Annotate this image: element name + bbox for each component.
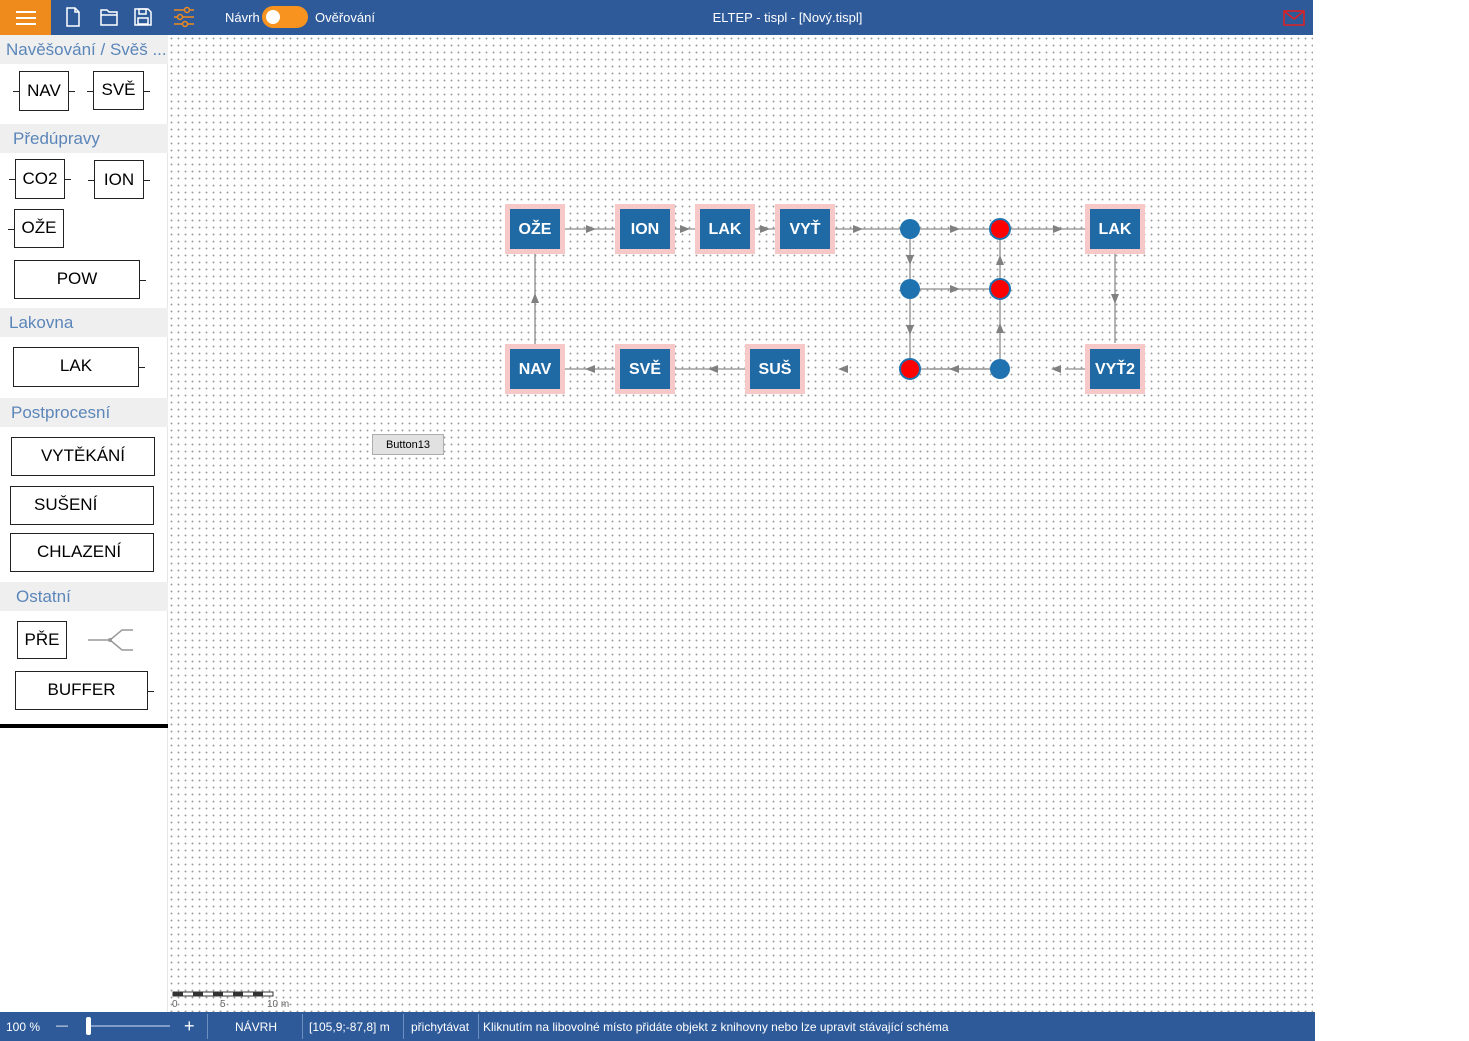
node-blue[interactable] bbox=[990, 359, 1010, 379]
library-item-suseni[interactable]: SUŠENÍ bbox=[10, 486, 154, 525]
block-lak-1[interactable]: LAK bbox=[695, 204, 755, 254]
sidebar-divider bbox=[0, 724, 172, 728]
category-header-pretreatment: Předúpravy bbox=[0, 124, 180, 153]
block-label: VYŤ2 bbox=[1095, 359, 1135, 378]
zoom-in-button[interactable]: + bbox=[184, 1016, 195, 1037]
top-toolbar: Návrh Ověřování ELTEP - tispl - [Nový.ti… bbox=[0, 0, 1313, 35]
menu-button[interactable] bbox=[0, 0, 51, 35]
block-vyt2[interactable]: VYŤ2 bbox=[1085, 344, 1145, 394]
scale-label-5: 5 bbox=[220, 999, 226, 1010]
block-sus[interactable]: SUŠ bbox=[745, 344, 805, 394]
new-file-icon[interactable] bbox=[61, 5, 85, 29]
node-blue[interactable] bbox=[900, 279, 920, 299]
block-label: SUŠ bbox=[759, 359, 792, 378]
block-lak-2[interactable]: LAK bbox=[1085, 204, 1145, 254]
block-label: VYŤ bbox=[789, 219, 820, 238]
zoom-slider-thumb[interactable] bbox=[86, 1017, 91, 1035]
node-red[interactable] bbox=[989, 278, 1011, 300]
button13[interactable]: Button13 bbox=[372, 434, 444, 455]
status-divider bbox=[403, 1014, 404, 1039]
status-hint: Kliknutím na libovolné místo přidáte obj… bbox=[483, 1020, 949, 1034]
window-title: ELTEP - tispl - [Nový.tispl] bbox=[712, 10, 863, 25]
status-divider bbox=[207, 1014, 208, 1039]
library-item-co2[interactable]: CO2 bbox=[9, 159, 71, 199]
toggle-knob bbox=[266, 10, 280, 24]
library-item-oze[interactable]: OŽE bbox=[8, 209, 64, 248]
save-icon[interactable] bbox=[131, 5, 155, 29]
library-item-label: CHLAZENÍ bbox=[37, 542, 122, 561]
node-blue[interactable] bbox=[900, 219, 920, 239]
scale-bar: 0 5 10 m bbox=[172, 991, 289, 1010]
mode-design-label: Návrh bbox=[225, 10, 260, 25]
scale-label-0: 0 bbox=[172, 999, 178, 1010]
block-vyt[interactable]: VYŤ bbox=[775, 204, 835, 254]
cursor-coordinates: [105,9;-87,8] m bbox=[309, 1020, 390, 1034]
status-divider bbox=[478, 1014, 479, 1039]
library-item-label: PŘE bbox=[24, 630, 60, 649]
library-item-pow[interactable]: POW bbox=[14, 260, 146, 299]
block-label: LAK bbox=[709, 221, 742, 238]
snap-toggle[interactable]: přichytávat bbox=[411, 1020, 469, 1034]
library-item-ion[interactable]: ION bbox=[88, 160, 150, 199]
library-item-vytekani[interactable]: VYTĚKÁNÍ bbox=[11, 437, 155, 476]
library-item-sve[interactable]: SVĚ bbox=[87, 71, 150, 110]
schema-diagram: OŽE ION LAK VYŤ LAK NAV SVĚ SUŠ VYŤ2 0 5… bbox=[172, 204, 1145, 1010]
library-item-buffer[interactable]: BUFFER bbox=[15, 671, 154, 710]
category-header-postprocess: Postprocesní bbox=[0, 398, 178, 427]
library-item-label: LAK bbox=[59, 356, 93, 375]
category-header-hanging: Navěšování / Svěš ... bbox=[0, 35, 173, 64]
status-divider bbox=[302, 1014, 303, 1039]
zoom-slider-track[interactable] bbox=[88, 1025, 170, 1027]
library-item-label: OŽE bbox=[21, 218, 57, 237]
library-item-pre[interactable]: PŘE bbox=[17, 621, 67, 659]
zoom-out-button[interactable]: — bbox=[56, 1018, 68, 1032]
category-header-other: Ostatní bbox=[0, 582, 183, 611]
block-label: OŽE bbox=[519, 219, 552, 238]
component-library-sidebar: Navěšování / Svěš ... NAV SVĚ Předúpravy… bbox=[0, 35, 183, 1012]
library-item-lak[interactable]: LAK bbox=[13, 347, 145, 387]
library-item-label: SUŠENÍ bbox=[34, 495, 98, 514]
open-file-icon[interactable] bbox=[97, 5, 121, 29]
block-label: SVĚ bbox=[629, 359, 661, 378]
library-item-label: ION bbox=[103, 170, 135, 189]
category-header-paintshop: Lakovna bbox=[0, 308, 176, 337]
status-bar: 100 % — + NÁVRH [105,9;-87,8] m přichytá… bbox=[0, 1012, 1315, 1041]
junction-icon[interactable] bbox=[86, 626, 136, 654]
block-nav[interactable]: NAV bbox=[505, 344, 565, 394]
library-item-chlazeni[interactable]: CHLAZENÍ bbox=[10, 533, 154, 572]
zoom-level: 100 % bbox=[6, 1020, 41, 1034]
library-item-label: CO2 bbox=[22, 169, 58, 188]
library-item-label: VYTĚKÁNÍ bbox=[40, 446, 126, 465]
settings-sliders-icon[interactable] bbox=[172, 5, 196, 29]
menu-icon bbox=[15, 10, 36, 25]
block-ion[interactable]: ION bbox=[615, 204, 675, 254]
node-red[interactable] bbox=[989, 218, 1011, 240]
node-red[interactable] bbox=[899, 358, 921, 380]
mode-indicator: NÁVRH bbox=[235, 1020, 278, 1034]
schema-canvas[interactable]: OŽE ION LAK VYŤ LAK NAV SVĚ SUŠ VYŤ2 0 5… bbox=[168, 35, 1313, 1012]
mode-verify-label: Ověřování bbox=[315, 10, 375, 25]
block-sve[interactable]: SVĚ bbox=[615, 344, 675, 394]
block-label: NAV bbox=[519, 361, 552, 378]
mode-toggle-switch[interactable] bbox=[262, 6, 308, 28]
library-item-label: BUFFER bbox=[47, 680, 116, 699]
block-oze[interactable]: OŽE bbox=[505, 204, 565, 254]
library-item-label: NAV bbox=[27, 81, 61, 100]
block-label: ION bbox=[631, 221, 659, 238]
scale-label-10: 10 m bbox=[267, 999, 289, 1010]
mail-icon[interactable] bbox=[1283, 9, 1305, 27]
library-item-nav[interactable]: NAV bbox=[13, 71, 75, 111]
library-item-label: SVĚ bbox=[101, 80, 136, 99]
library-item-label: POW bbox=[56, 269, 98, 288]
block-label: LAK bbox=[1099, 221, 1132, 238]
